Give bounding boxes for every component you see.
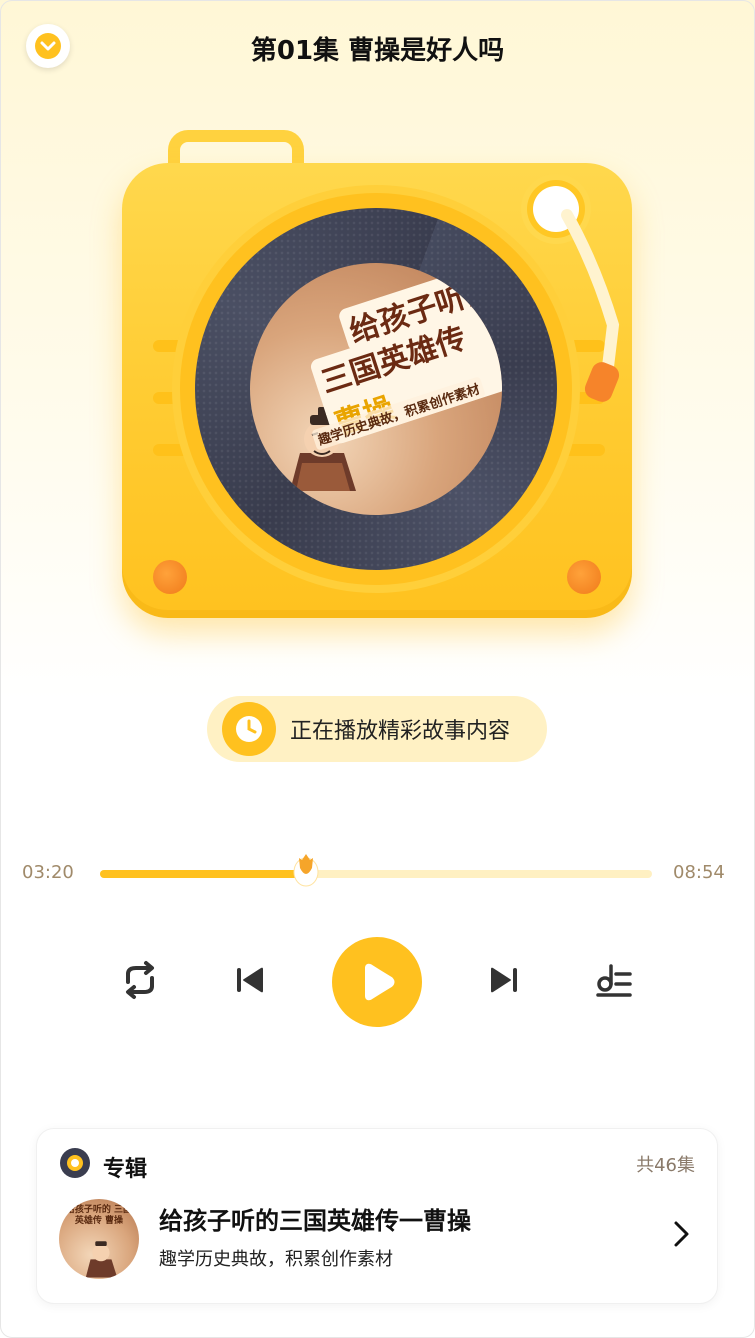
total-time: 08:54 [673,862,725,883]
album-description: 趣学历史典故，积累创作素材 [159,1249,393,1270]
play-icon [365,963,395,1001]
album-thumbnail-text: 给孩子听的 三国英雄传 曹操 [65,1205,133,1226]
now-playing-text: 正在播放精彩故事内容 [290,719,511,744]
album-cover: 给孩子听的 三国英雄传曹操 趣学历史典故，积累创作素材 [250,263,502,515]
record-player: 给孩子听的 三国英雄传曹操 趣学历史典故，积累创作素材 [115,125,645,625]
character-figure [85,1241,118,1278]
skip-next-icon [491,967,517,993]
playlist-button[interactable] [586,952,642,1008]
previous-button[interactable] [222,952,278,1008]
clock-icon [222,702,276,756]
album-episode-count: 共46集 [636,1155,695,1176]
progress-thumb-icon[interactable] [293,850,319,888]
player-foot [153,560,187,594]
episode-title: 第01集 曹操是好人吗 [250,36,505,66]
progress-fill [100,870,307,878]
play-button[interactable] [332,937,422,1027]
album-name: 给孩子听的三国英雄传一曹操 [159,1207,471,1235]
album-disc-icon [60,1148,90,1178]
skip-previous-icon [237,967,263,993]
progress-track[interactable] [100,854,652,887]
current-time: 03:20 [22,862,74,883]
playlist-icon [596,964,632,997]
album-card[interactable]: 专辑 共46集 给孩子听的 三国英雄传 曹操 给孩子听的三国英雄传一曹操 趣学历… [36,1128,718,1304]
album-label: 专辑 [103,1157,148,1182]
album-thumbnail: 给孩子听的 三国英雄传 曹操 [59,1199,139,1279]
player-foot [567,560,601,594]
now-playing-badge: 正在播放精彩故事内容 [207,696,547,762]
chevron-right-icon[interactable] [671,1219,691,1249]
next-button[interactable] [476,952,532,1008]
loop-button[interactable] [112,952,168,1008]
loop-icon [126,961,154,999]
